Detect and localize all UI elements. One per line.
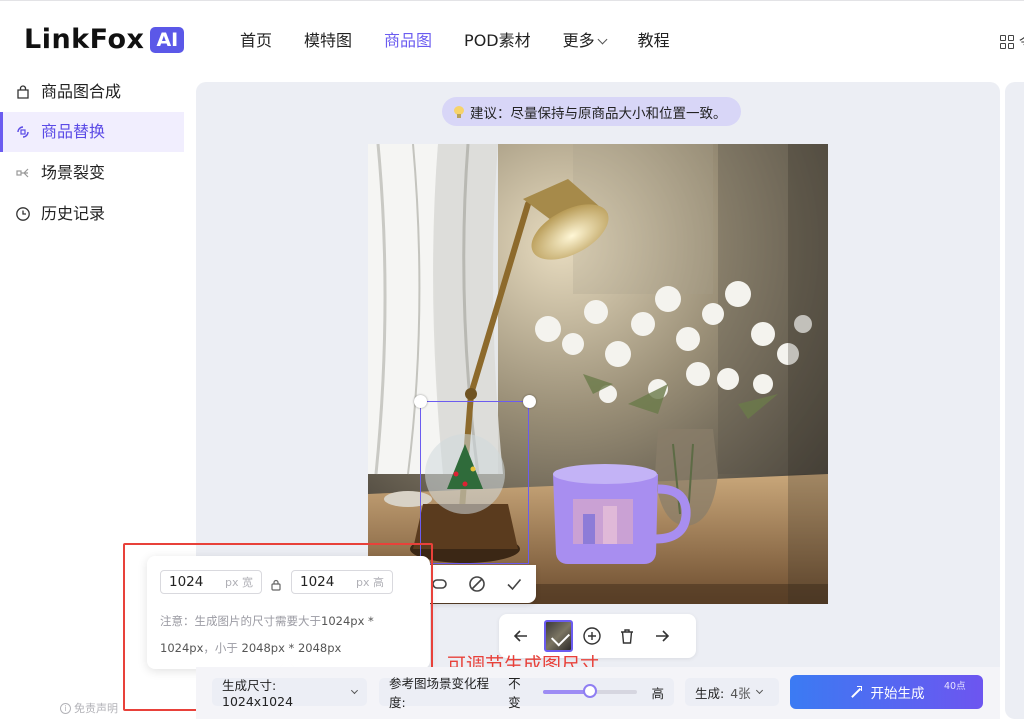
resize-handle-top-right[interactable] xyxy=(523,395,536,408)
nav-item-pod[interactable]: POD素材 xyxy=(464,30,531,52)
ref-low-label: 不变 xyxy=(508,676,521,710)
top-navigation-bar: LinkFox AI 首页 模特图 商品图 POD素材 更多 教程 令 xyxy=(0,0,1024,72)
chevron-down-icon xyxy=(755,686,763,695)
size-select-label: 生成尺寸: 1024x1024 xyxy=(222,678,294,709)
top-right-menu[interactable]: 令 xyxy=(1000,32,1024,52)
nav-item-home[interactable]: 首页 xyxy=(240,30,272,52)
nav-item-product[interactable]: 商品图 xyxy=(384,30,432,52)
count-label: 生成: xyxy=(695,685,725,701)
size-select[interactable]: 生成尺寸: 1024x1024 xyxy=(212,678,367,709)
thumbnail-selected[interactable] xyxy=(544,620,573,652)
next-arrow-icon[interactable] xyxy=(651,623,674,649)
chevron-down-icon xyxy=(597,34,608,44)
main-nav: 首页 模特图 商品图 POD素材 更多 教程 xyxy=(240,30,702,52)
disclaimer-text: 免责声明 xyxy=(74,702,118,715)
slider-knob[interactable] xyxy=(583,684,598,698)
top-right-text: 令 xyxy=(1019,32,1024,52)
add-icon[interactable] xyxy=(581,623,604,649)
resize-handle-top-left[interactable] xyxy=(414,395,427,408)
info-icon: i xyxy=(60,702,71,714)
clock-icon xyxy=(14,205,32,223)
right-panel-edge xyxy=(1005,82,1024,719)
check-icon[interactable] xyxy=(503,573,525,595)
sidebar-item-label: 场景裂变 xyxy=(41,163,106,182)
nav-more-label: 更多 xyxy=(562,31,595,50)
nav-item-model[interactable]: 模特图 xyxy=(304,30,352,52)
cancel-icon[interactable] xyxy=(466,573,488,595)
sidebar-item-label: 商品替换 xyxy=(41,122,106,141)
count-select[interactable]: 生成: 4张 xyxy=(685,678,779,706)
nav-item-more[interactable]: 更多 xyxy=(562,30,608,52)
brand-ai-badge: AI xyxy=(150,27,185,53)
lightbulb-icon xyxy=(454,105,464,118)
chevron-down-icon xyxy=(351,687,359,694)
sidebar-item-history[interactable]: 历史记录 xyxy=(0,194,184,234)
scene-variation-control: 参考图场景变化程度: 不变 高 xyxy=(379,676,674,710)
nav-item-tutorial[interactable]: 教程 xyxy=(638,30,670,52)
magic-wand-icon xyxy=(849,685,862,699)
prev-arrow-icon[interactable] xyxy=(509,623,532,649)
scene-variation-slider[interactable] xyxy=(542,684,638,698)
disclaimer-link[interactable]: i 免责声明 xyxy=(60,700,118,716)
count-value: 4张 xyxy=(730,685,751,701)
selection-box[interactable] xyxy=(420,401,529,564)
bag-icon xyxy=(14,83,32,101)
sidebar-item-scene[interactable]: 场景裂变 xyxy=(0,153,184,193)
ref-label: 参考图场景变化程度: xyxy=(389,676,490,710)
ref-high-label: 高 xyxy=(651,685,664,701)
selection-toolbar xyxy=(420,565,536,603)
image-navigator xyxy=(499,614,696,658)
delete-icon[interactable] xyxy=(616,623,639,649)
tip-text: 建议：尽量保持与原商品大小和位置一致。 xyxy=(470,105,727,122)
sidebar-item-compose[interactable]: 商品图合成 xyxy=(0,72,184,112)
brand-logo[interactable]: LinkFox AI xyxy=(24,24,185,55)
sidebar-item-label: 商品图合成 xyxy=(41,82,122,101)
points-badge: 40点 xyxy=(944,681,966,692)
grid-icon xyxy=(1000,35,1014,49)
sidebar-item-label: 历史记录 xyxy=(41,204,106,223)
split-icon xyxy=(14,164,32,182)
swap-icon xyxy=(14,123,32,141)
tip-banner: 建议：尽量保持与原商品大小和位置一致。 xyxy=(442,97,741,126)
start-button-label: 开始生成 xyxy=(870,686,925,702)
brand-name: LinkFox xyxy=(24,24,145,55)
sidebar-item-replace[interactable]: 商品替换 xyxy=(0,112,184,152)
